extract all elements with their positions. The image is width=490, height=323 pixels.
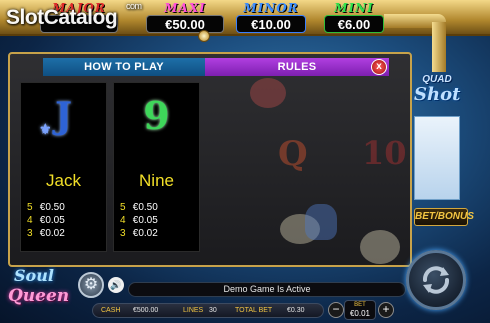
lines-value: 30	[209, 307, 217, 314]
reel-rose-symbol	[250, 78, 286, 108]
jackpot-maxi-label: MAXI	[164, 1, 206, 15]
speaker-icon: 🔊	[110, 280, 122, 290]
jackpot-mini-label: MINI	[334, 1, 374, 15]
reel-perfume-symbol	[305, 204, 337, 240]
pay-count: 3	[120, 228, 126, 239]
total-bet-value: €0.30	[287, 307, 305, 314]
pay-row: 4 €0.05	[120, 214, 158, 227]
reel-white-rose-symbol-2	[360, 230, 400, 264]
bet-bonus-button[interactable]: BET/BONUS	[414, 208, 474, 226]
spin-arrows-icon	[423, 266, 449, 294]
tab-how-to-play[interactable]: HOW TO PLAY	[43, 58, 205, 76]
bet-decrease-button[interactable]: −	[328, 302, 344, 318]
watermark-text: SlotCatalog	[6, 6, 118, 29]
cash-label: CASH	[101, 307, 121, 314]
pay-amount: €0.02	[39, 228, 65, 239]
pay-row: 5 €0.50	[27, 201, 65, 214]
close-button[interactable]: x	[371, 59, 387, 75]
pay-count: 5	[27, 202, 33, 213]
bet-label: BET	[354, 302, 366, 308]
reel-ten-symbol: 10	[362, 134, 407, 172]
pay-amount: €0.02	[132, 228, 158, 239]
jackpot-maxi: MAXI €50.00	[146, 2, 224, 34]
status-bar: Demo Game Is Active	[128, 282, 406, 297]
pay-count: 5	[120, 202, 126, 213]
jack-symbol: ⚜ J	[21, 93, 106, 139]
watermark: SlotCatalog com	[6, 1, 142, 30]
pay-row: 5 €0.50	[120, 201, 158, 214]
paytable-card-jack: ⚜ J Jack 5 €0.50 4 €0.05 3 €0.02	[20, 82, 107, 252]
card-name: Jack	[46, 171, 81, 190]
pay-amount: €0.05	[132, 215, 158, 226]
pay-amount: €0.50	[39, 202, 65, 213]
gear-icon: ⚙	[83, 276, 99, 293]
logo-queen-text: Queen	[8, 286, 70, 306]
pay-row: 3 €0.02	[120, 227, 158, 240]
nine-symbol: 9	[143, 93, 170, 138]
lines-label: LINES	[183, 307, 204, 314]
paytable-tabs: HOW TO PLAY RULES	[43, 58, 389, 76]
jackpot-minor-label: MINOR	[243, 1, 299, 15]
paytable-card-nine: 9 Nine 5 €0.50 4 €0.05 3 €0.02	[113, 82, 200, 252]
card-name: Nine	[139, 171, 174, 190]
golden-pipe-vertical	[432, 22, 446, 72]
jack-symbol-letter: J	[54, 95, 73, 137]
fleur-de-lis-icon: ⚜	[39, 122, 52, 138]
spin-button[interactable]	[406, 250, 466, 310]
cash-value: €500.00	[133, 307, 159, 314]
bet-display: BET €0.01	[344, 300, 376, 320]
pay-amount: €0.05	[39, 215, 65, 226]
bet-value: €0.01	[349, 309, 371, 318]
jackpot-maxi-value: €50.00	[146, 15, 224, 33]
pay-amount: €0.50	[132, 202, 158, 213]
pay-list: 5 €0.50 4 €0.05 3 €0.02	[27, 201, 65, 240]
quad-shot-logo: QUAD Shot	[414, 74, 460, 120]
pay-row: 3 €0.02	[27, 227, 65, 240]
frame-ornament	[198, 30, 210, 42]
pay-count: 4	[27, 215, 33, 226]
tab-rules[interactable]: RULES	[205, 58, 389, 76]
total-bet-label: TOTAL BET	[235, 307, 273, 314]
logo-shot-text: Shot	[414, 84, 461, 105]
jackpot-minor-value: €10.00	[236, 15, 306, 33]
soul-queen-logo: Soul Queen	[6, 262, 78, 320]
jackpot-mini-value: €6.00	[324, 15, 384, 33]
side-panel	[414, 116, 460, 200]
jackpot-mini: MINI €6.00	[324, 2, 384, 34]
info-bar: CASH €500.00 LINES 30 TOTAL BET €0.30	[92, 303, 324, 318]
pay-list: 5 €0.50 4 €0.05 3 €0.02	[120, 201, 158, 240]
pay-count: 3	[27, 228, 33, 239]
reel-queen-symbol: Q	[278, 134, 308, 174]
sound-button[interactable]: 🔊	[108, 277, 124, 293]
pay-count: 4	[120, 215, 126, 226]
close-icon: x	[376, 61, 382, 72]
pay-row: 4 €0.05	[27, 214, 65, 227]
jackpot-minor: MINOR €10.00	[236, 2, 306, 34]
settings-button[interactable]: ⚙	[78, 272, 104, 298]
bet-increase-button[interactable]: +	[378, 302, 394, 318]
logo-soul-text: Soul	[14, 266, 54, 285]
watermark-suffix: com	[126, 1, 142, 11]
